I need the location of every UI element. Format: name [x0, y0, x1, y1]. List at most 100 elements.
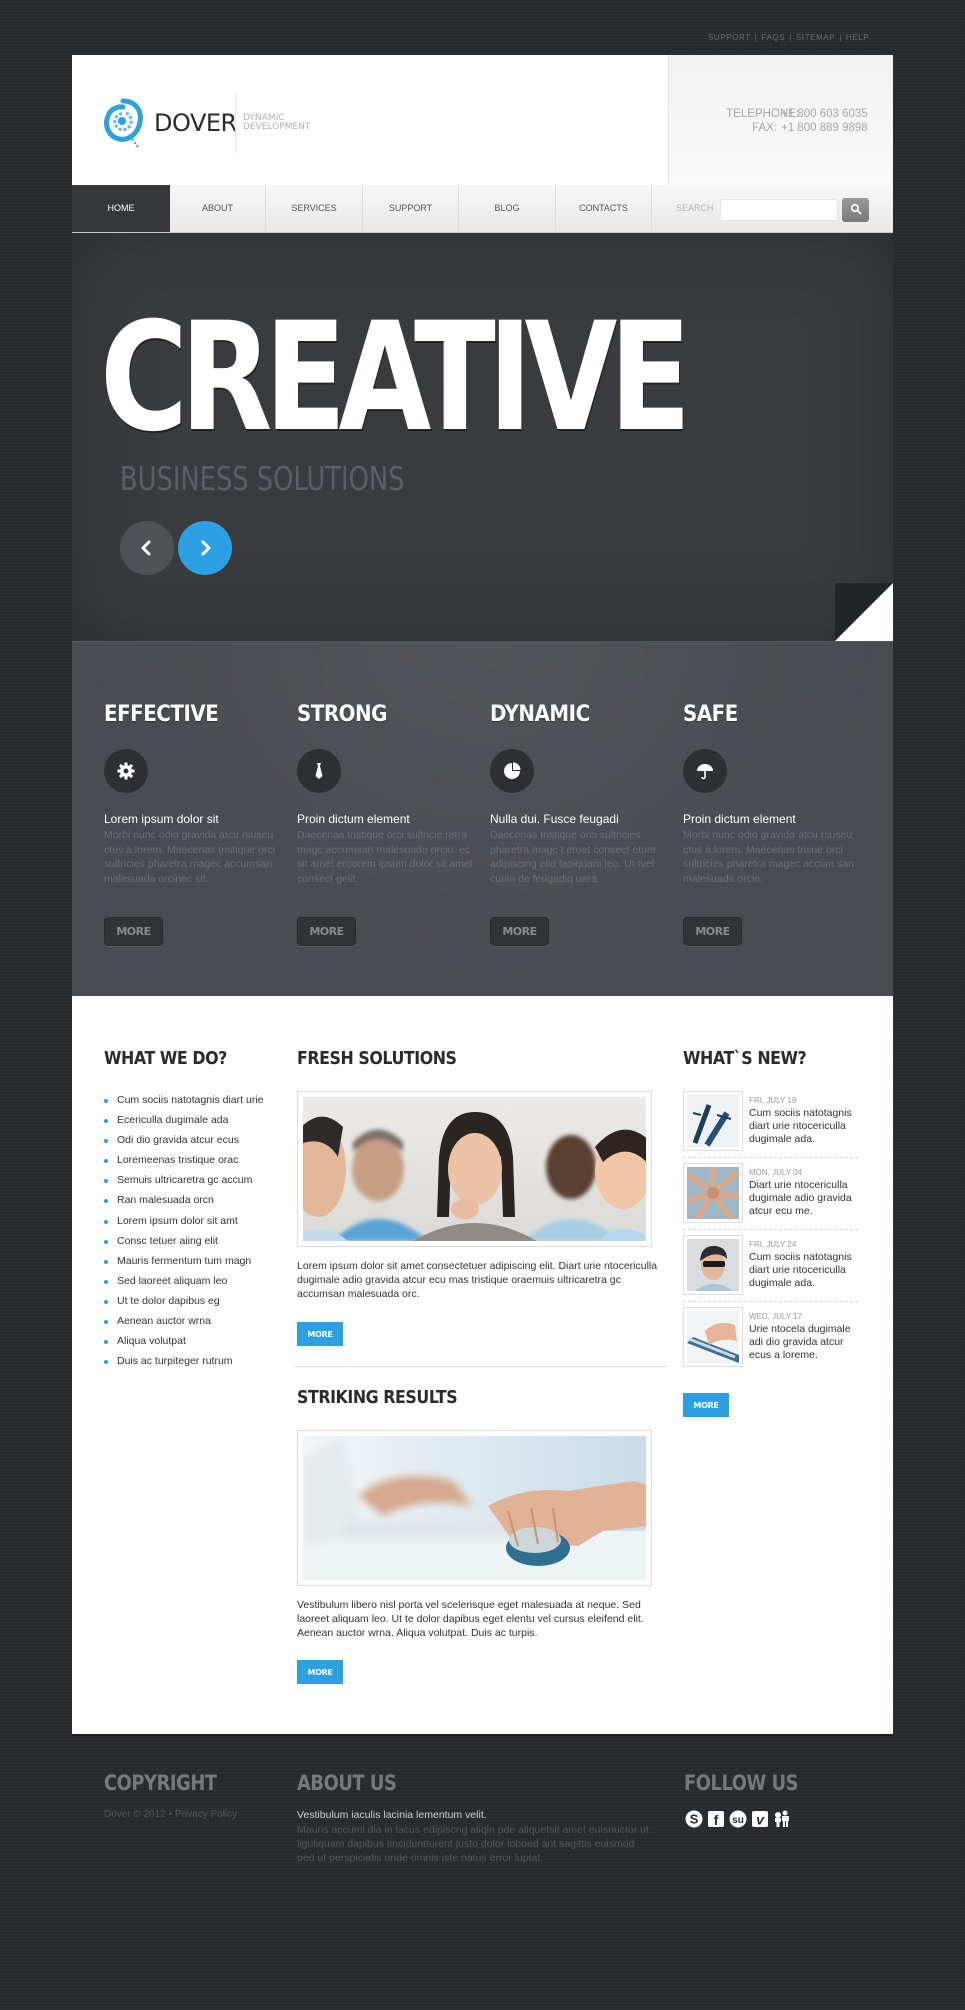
- feature-title: DYNAMIC: [490, 702, 590, 727]
- skype-icon[interactable]: S: [684, 1809, 704, 1829]
- feature-heading: Proin dictum element: [683, 812, 796, 826]
- list-item[interactable]: Duis ac turpiteger rutrum: [104, 1351, 263, 1371]
- contact-box: TELEPHONE: +1 800 603 6035 FAX: +1 800 8…: [668, 55, 893, 185]
- nav-about[interactable]: ABOUT: [170, 185, 266, 232]
- separator: |: [754, 33, 758, 42]
- copyright-title: COPYRIGHT: [104, 1771, 217, 1795]
- search-button[interactable]: [842, 198, 869, 222]
- feature-text: Daecenas tristique orci sultricie retra …: [297, 829, 473, 885]
- about-us-text: Mauris accuml dia in lacus edipiscng ali…: [297, 1824, 649, 1864]
- hero-slider: CREATIVE BUSINESS SOLUTIONS: [72, 233, 893, 641]
- clock-photo: [683, 1091, 743, 1151]
- list-item[interactable]: Odi dio gravida atcur ecus: [104, 1130, 263, 1150]
- list-item[interactable]: Loremeenas tristique orac: [104, 1150, 263, 1170]
- list-item[interactable]: Cum sociis natotagnis diart urie: [104, 1090, 263, 1110]
- more-button[interactable]: MORE: [104, 917, 163, 946]
- news-date: MON, JULY 04: [749, 1168, 803, 1177]
- news-item[interactable]: MON, JULY 04 Diart urie ntocericulla dug…: [683, 1163, 858, 1235]
- man-sunglasses-photo: [683, 1235, 743, 1295]
- hand-on-mouse-photo: [297, 1430, 652, 1586]
- more-button[interactable]: MORE: [490, 917, 549, 946]
- svg-text:S: S: [690, 1812, 699, 1827]
- brand-name[interactable]: DOVER: [154, 109, 237, 137]
- feature-text: Morbi nunc odio gravida atcu rsuseu ctus…: [104, 829, 275, 885]
- list-item[interactable]: Sed laoreet aliquam leo: [104, 1271, 263, 1291]
- list-item[interactable]: Aliqua volutpat: [104, 1331, 263, 1351]
- slider-next-button[interactable]: [178, 521, 232, 575]
- gear-icon: [104, 749, 148, 793]
- what-we-do-title: WHAT WE DO?: [104, 1048, 227, 1069]
- content-section: WHAT WE DO? Cum sociis natotagnis diart …: [72, 996, 893, 1734]
- keyboard-photo: [683, 1307, 743, 1367]
- feature-title: STRONG: [297, 702, 387, 727]
- what-we-do-list: Cum sociis natotagnis diart urie Ecericu…: [104, 1090, 263, 1371]
- top-link-sitemap[interactable]: SITEMAP: [796, 33, 835, 42]
- fax-label: FAX:: [752, 122, 777, 134]
- list-item[interactable]: Semuis ultricaretra gc accum: [104, 1170, 263, 1190]
- follow-us-title: FOLLOW US: [684, 1771, 799, 1795]
- fresh-solutions-more-button[interactable]: MORE: [297, 1322, 343, 1346]
- privacy-policy-link[interactable]: Privacy Policy: [175, 1809, 237, 1820]
- whats-new-more-button[interactable]: MORE: [683, 1393, 729, 1417]
- nav-home[interactable]: HOME: [72, 185, 170, 232]
- tie-icon: [297, 749, 341, 793]
- logo-swirl-icon[interactable]: [102, 97, 144, 149]
- hero-subtitle: BUSINESS SOLUTIONS: [120, 459, 405, 498]
- more-button[interactable]: MORE: [297, 917, 356, 946]
- striking-results-more-button[interactable]: MORE: [297, 1660, 343, 1684]
- top-link-support[interactable]: SUPPORT: [708, 33, 751, 42]
- striking-results-text: Vestibulum libero nisl porta vel sceleri…: [297, 1599, 644, 1639]
- search-input[interactable]: [720, 199, 838, 221]
- news-text[interactable]: Cum sociis natotagnis diart urie ntoceri…: [749, 1107, 859, 1146]
- list-item[interactable]: Aenean auctor wrna: [104, 1311, 263, 1331]
- news-date: WED, JULY 17: [749, 1312, 803, 1321]
- list-item[interactable]: Ut te dolor dapibus eg: [104, 1291, 263, 1311]
- header: DOVER DYNAMIC DEVELOPMENT TELEPHONE: +1 …: [72, 55, 893, 185]
- feature-text: Morbi nunc odio gravida atcu rsuseu ctus…: [683, 829, 854, 885]
- myspace-icon[interactable]: [772, 1809, 792, 1829]
- news-item[interactable]: WED, JULY 17 Urie ntocela dugimale adi d…: [683, 1307, 858, 1379]
- feature-heading: Proin dictum element: [297, 812, 410, 826]
- list-item[interactable]: Lorem ipsum dolor sit amt: [104, 1211, 263, 1231]
- list-item[interactable]: Ecericulla dugimale ada: [104, 1110, 263, 1130]
- separator: |: [839, 33, 842, 42]
- umbrella-icon: [683, 749, 727, 793]
- team-hands-photo: [683, 1163, 743, 1223]
- chevron-left-icon: [141, 540, 151, 556]
- list-item[interactable]: Mauris fermentum tum magn: [104, 1251, 263, 1271]
- news-text[interactable]: Cum sociis natotagnis diart urie ntoceri…: [749, 1251, 859, 1290]
- news-text[interactable]: Diart urie ntocericulla dugimale adio gr…: [749, 1179, 859, 1218]
- divider: [295, 1366, 667, 1367]
- news-item[interactable]: FRI, JULY 18 Cum sociis natotagnis diart…: [683, 1091, 858, 1163]
- top-link-faqs[interactable]: FAQS: [761, 33, 785, 42]
- copyright-notice: Dover © 2012 •: [104, 1809, 173, 1820]
- nav-blog[interactable]: BLOG: [459, 185, 556, 232]
- fresh-solutions-text: Lorem ipsum dolor sit amet consectetuer …: [297, 1260, 658, 1300]
- more-button[interactable]: MORE: [683, 917, 742, 946]
- list-item[interactable]: Consc tetuer aiing elit: [104, 1231, 263, 1251]
- nav-contacts[interactable]: CONTACTS: [556, 185, 652, 232]
- facebook-icon[interactable]: f: [706, 1809, 726, 1829]
- stumbleupon-icon[interactable]: su: [728, 1809, 748, 1829]
- top-links: SUPPORT | FAQS | SITEMAP | HELP: [708, 33, 869, 42]
- news-item[interactable]: FRI, JULY 24 Cum sociis natotagnis diart…: [683, 1235, 858, 1307]
- slider-prev-button[interactable]: [120, 521, 174, 575]
- social-icons: S f su v: [684, 1809, 792, 1829]
- fresh-solutions-title: FRESH SOLUTIONS: [297, 1048, 457, 1069]
- tagline-line: DEVELOPMENT: [243, 122, 311, 132]
- logo-divider: [235, 93, 236, 153]
- business-team-photo: [290, 1091, 652, 1247]
- list-item[interactable]: Ran malesuada orcn: [104, 1190, 263, 1210]
- vimeo-icon[interactable]: v: [750, 1809, 770, 1829]
- news-divider: [683, 1229, 858, 1230]
- nav-support[interactable]: SUPPORT: [363, 185, 459, 232]
- pie-chart-icon: [490, 749, 534, 793]
- news-text[interactable]: Urie ntocela dugimale adi dio gravida at…: [749, 1323, 859, 1362]
- features-section: EFFECTIVE Lorem ipsum dolor sit Morbi nu…: [72, 641, 893, 996]
- search-label: SEARCH: [676, 203, 714, 213]
- news-divider: [683, 1157, 858, 1158]
- nav-services[interactable]: SERVICES: [266, 185, 363, 232]
- top-link-help[interactable]: HELP: [846, 33, 869, 42]
- magnifier-icon: [850, 203, 861, 214]
- striking-results-title: STRIKING RESULTS: [297, 1387, 458, 1408]
